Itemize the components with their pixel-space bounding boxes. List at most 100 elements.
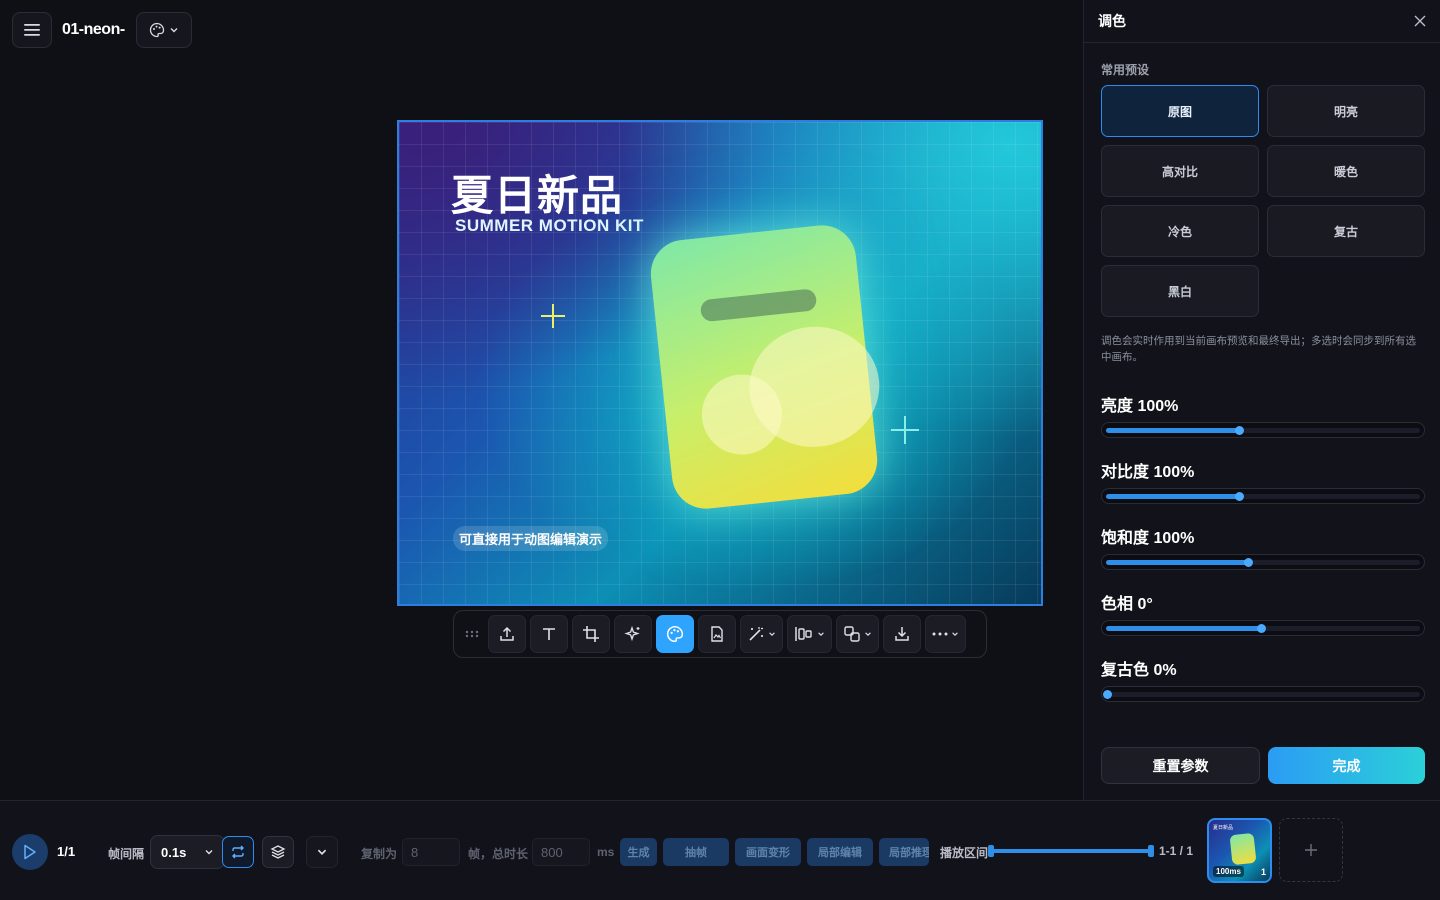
panel-actions: 重置参数 完成 <box>1101 747 1425 784</box>
loop-toggle[interactable] <box>222 836 254 868</box>
ms-unit-label: ms <box>597 845 615 859</box>
canvas-tag: 可直接用于动图编辑演示 <box>453 526 609 551</box>
slider-track[interactable] <box>1101 488 1425 504</box>
upload-icon <box>500 626 514 641</box>
download-button[interactable] <box>883 615 921 653</box>
play-range-label: 播放区间 <box>940 846 989 860</box>
play-range-value: 1-1 / 1 <box>1159 844 1194 858</box>
interval-label: 帧间隔 <box>108 847 145 861</box>
toolbar-drag-handle[interactable] <box>460 615 484 653</box>
play-icon <box>24 844 36 860</box>
slider-knob[interactable] <box>1235 426 1244 435</box>
sparkle-plus-icon <box>541 304 565 328</box>
download-icon <box>895 627 909 641</box>
chevron-down-icon <box>818 632 824 636</box>
panel-note: 调色会实时作用到当前画布预览和最终导出；多选时会同步到所有选中画布。 <box>1101 335 1416 363</box>
interval-value: 0.1s <box>161 844 187 860</box>
canvas-subtitle: SUMMER MOTION KIT <box>455 216 644 235</box>
slider-knob[interactable] <box>1103 690 1112 699</box>
range-start-handle[interactable] <box>988 845 994 857</box>
preset-high-contrast[interactable]: 高对比 <box>1101 145 1259 197</box>
add-frame-button[interactable] <box>1279 818 1343 882</box>
done-button[interactable]: 完成 <box>1268 747 1425 784</box>
text-icon <box>543 628 555 640</box>
preset-cool[interactable]: 冷色 <box>1101 205 1259 257</box>
align-icon <box>795 627 812 641</box>
more-icon <box>932 632 948 636</box>
preset-warm[interactable]: 暖色 <box>1267 145 1425 197</box>
brightness-slider: 亮度 100% <box>1101 392 1425 438</box>
play-button[interactable] <box>12 834 48 870</box>
frame-counter: 1/1 <box>57 844 76 859</box>
preset-black-white[interactable]: 黑白 <box>1101 265 1259 317</box>
slider-knob[interactable] <box>1244 558 1253 567</box>
ai-sparkle-button[interactable] <box>614 615 652 653</box>
saturation-slider: 饱和度 100% <box>1101 524 1425 570</box>
layers-icon <box>270 845 286 859</box>
hue-slider: 色相 0° <box>1101 590 1425 636</box>
slider-track[interactable] <box>1101 422 1425 438</box>
preset-original[interactable]: 原图 <box>1101 85 1259 137</box>
loop-icon <box>232 845 244 859</box>
layers-button[interactable] <box>262 836 294 868</box>
slider-track[interactable] <box>1101 620 1425 636</box>
canvas-toolbar <box>453 610 987 658</box>
play-range-slider[interactable] <box>988 845 1154 857</box>
upload-button[interactable] <box>488 615 526 653</box>
local-edit-button[interactable]: 局部编辑 <box>807 838 873 866</box>
total-duration-label: 帧，总时长 <box>468 847 529 861</box>
document-title[interactable]: 01-neon- <box>62 21 126 39</box>
total-duration-input[interactable]: 800 <box>532 838 590 866</box>
theme-palette-dropdown[interactable] <box>136 12 192 48</box>
slider-track[interactable] <box>1101 686 1425 702</box>
chevron-down-icon <box>865 632 871 636</box>
magic-wand-icon <box>749 627 763 641</box>
menu-button[interactable] <box>12 12 52 48</box>
extract-frames-button[interactable]: 抽帧 <box>663 838 729 866</box>
local-inference-button[interactable]: 局部推理 <box>879 838 929 866</box>
product-card-illustration <box>647 221 886 513</box>
slider-knob[interactable] <box>1257 624 1266 633</box>
color-adjust-panel: 调色 常用预设 原图 明亮 高对比 暖色 冷色 复古 黑白 调色会实时作用到当前… <box>1083 0 1440 800</box>
slider-label: 亮度 100% <box>1101 398 1179 415</box>
thumb-duration: 100ms <box>1213 866 1244 877</box>
top-bar: 01-neon- <box>12 12 192 48</box>
panel-header: 调色 <box>1084 0 1440 43</box>
preset-bright[interactable]: 明亮 <box>1267 85 1425 137</box>
thumb-mini-title: 夏日新品 <box>1213 825 1234 831</box>
slider-knob[interactable] <box>1235 492 1244 501</box>
copy-label: 复制为 <box>361 847 398 861</box>
close-icon[interactable] <box>1414 15 1426 27</box>
canvas-title: 夏日新品 <box>451 172 624 219</box>
thumb-index: 1 <box>1260 867 1266 877</box>
sparkle-plus-icon <box>891 416 919 444</box>
color-adjust-button[interactable] <box>656 615 694 653</box>
slider-label: 色相 0° <box>1101 596 1153 613</box>
transform-dropdown[interactable] <box>836 615 879 653</box>
slider-label: 对比度 100% <box>1101 464 1195 481</box>
crop-icon <box>583 626 599 642</box>
main-canvas[interactable]: 夏日新品 SUMMER MOTION KIT 可直接用于动图编辑演示 <box>397 120 1043 606</box>
preset-vintage[interactable]: 复古 <box>1267 205 1425 257</box>
more-options-dropdown[interactable] <box>925 615 966 653</box>
palette-icon <box>149 22 165 38</box>
image-edit-button[interactable] <box>698 615 736 653</box>
range-end-handle[interactable] <box>1148 845 1154 857</box>
chevron-down-icon <box>769 632 775 636</box>
chevron-down-icon <box>317 849 327 855</box>
crop-button[interactable] <box>572 615 610 653</box>
magic-wand-dropdown[interactable] <box>740 615 783 653</box>
reset-button[interactable]: 重置参数 <box>1101 747 1260 784</box>
expand-timeline-button[interactable] <box>306 836 338 868</box>
generate-button[interactable]: 生成 <box>620 838 657 866</box>
slider-label: 复古色 0% <box>1101 662 1177 679</box>
frame-thumbnail[interactable]: 夏日新品 100ms 1 <box>1207 818 1272 883</box>
align-dropdown[interactable] <box>787 615 832 653</box>
copy-count-input[interactable]: 8 <box>402 838 460 866</box>
image-edit-icon <box>711 626 723 642</box>
sepia-slider: 复古色 0% <box>1101 656 1425 702</box>
text-tool-button[interactable] <box>530 615 568 653</box>
interval-select[interactable]: 0.1s <box>150 835 226 869</box>
warp-button[interactable]: 画面变形 <box>735 838 801 866</box>
slider-track[interactable] <box>1101 554 1425 570</box>
